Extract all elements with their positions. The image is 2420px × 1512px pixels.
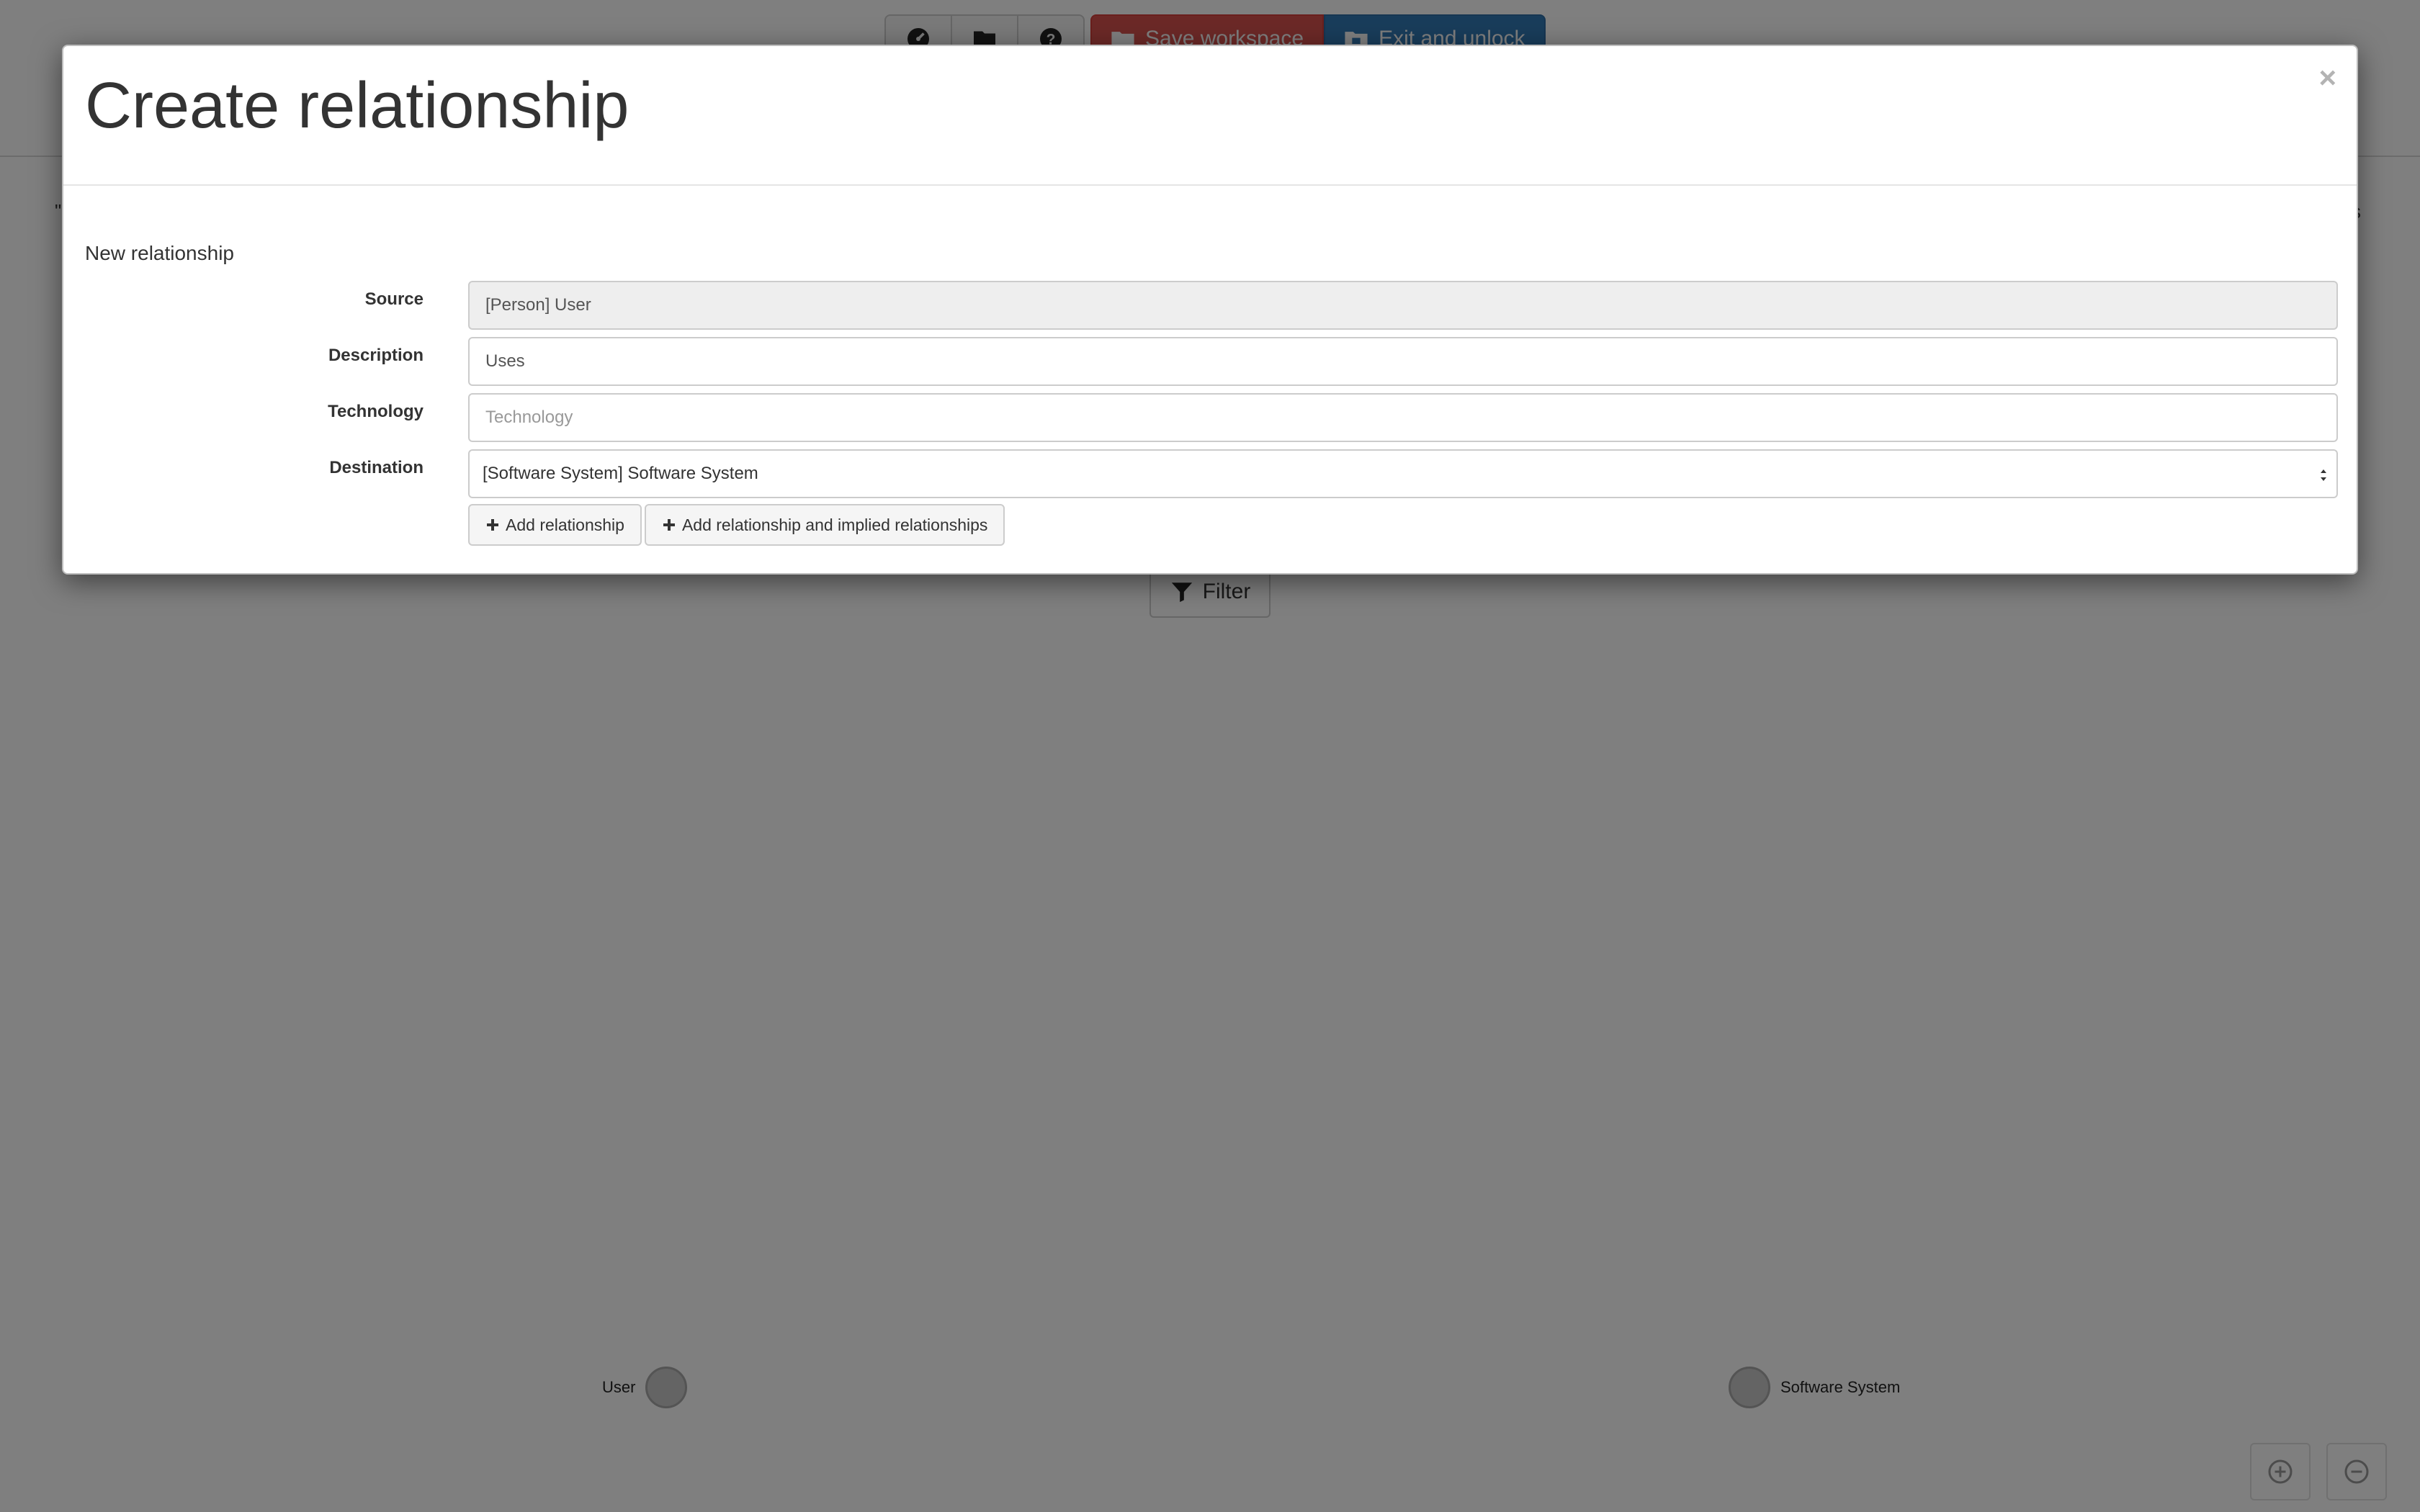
section-title: New relationship <box>85 242 234 264</box>
destination-select[interactable]: [Software System] Software System <box>468 449 2338 498</box>
destination-row: Destination [Software System] Software S… <box>63 449 2360 498</box>
source-label: Source <box>364 289 424 309</box>
description-row: Description <box>63 337 2360 386</box>
plus-icon <box>487 519 498 531</box>
action-buttons: Add relationship Add relationship and im… <box>468 504 1008 546</box>
modal-header: Create relationship × <box>63 46 2357 186</box>
select-arrows-icon <box>2321 469 2326 481</box>
description-label: Description <box>328 346 424 365</box>
description-field[interactable] <box>468 337 2338 386</box>
destination-selected-value: [Software System] Software System <box>483 464 758 483</box>
modal-title: Create relationship <box>85 70 629 142</box>
source-row: Source <box>63 281 2360 330</box>
add-implied-relationships-button[interactable]: Add relationship and implied relationshi… <box>644 504 1005 546</box>
add-relationship-label: Add relationship <box>506 515 624 534</box>
add-relationship-button[interactable]: Add relationship <box>468 504 642 546</box>
technology-row: Technology <box>63 393 2360 442</box>
technology-field[interactable] <box>468 393 2338 442</box>
plus-icon <box>663 519 675 531</box>
create-relationship-dialog: Create relationship × New relationship S… <box>62 45 2358 575</box>
add-implied-relationships-label: Add relationship and implied relationshi… <box>681 515 988 534</box>
close-button[interactable]: × <box>2318 60 2336 95</box>
destination-label: Destination <box>329 458 424 477</box>
source-field[interactable] <box>468 281 2338 330</box>
technology-label: Technology <box>328 402 424 421</box>
